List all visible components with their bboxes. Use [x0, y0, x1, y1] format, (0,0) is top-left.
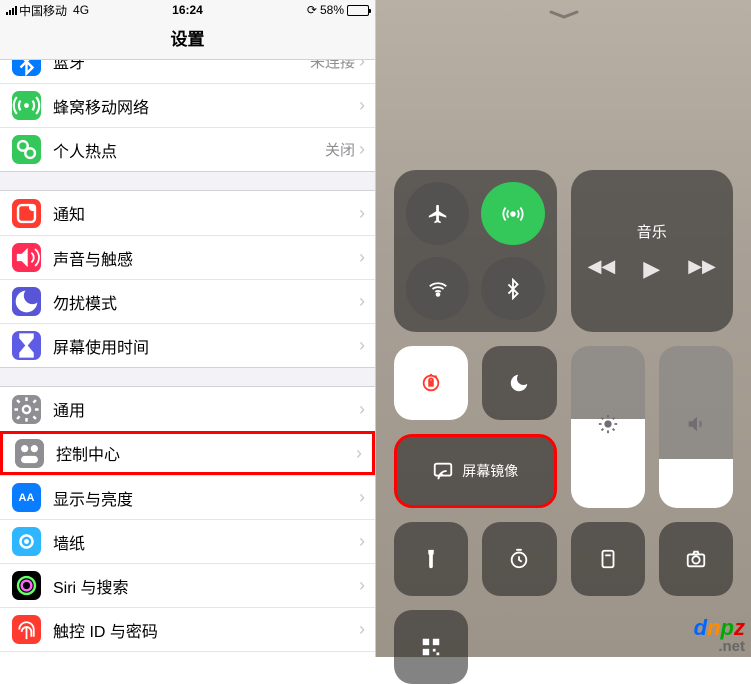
row-hotspot[interactable]: 个人热点 关闭 ›: [0, 127, 375, 171]
row-detail: 未连接: [310, 60, 355, 72]
chevron-right-icon: ›: [359, 139, 365, 160]
control-center-icon: [15, 439, 44, 468]
row-label: Siri 与搜索: [53, 574, 359, 598]
volume-slider[interactable]: [659, 346, 733, 508]
siri-icon: [12, 571, 41, 600]
chevron-right-icon: ›: [359, 60, 365, 72]
moon-icon: [12, 287, 41, 316]
row-sos[interactable]: SOS SOS 紧急联络 ›: [0, 651, 375, 657]
cellular-toggle[interactable]: [481, 182, 544, 245]
sun-icon: [597, 413, 619, 441]
row-label: 触控 ID 与密码: [53, 618, 359, 642]
chevron-right-icon: ›: [359, 203, 365, 224]
music-label: 音乐: [637, 221, 667, 242]
dnd-toggle[interactable]: [482, 346, 556, 420]
mirror-label: 屏幕镜像: [462, 461, 518, 481]
battery-pct: 58%: [320, 3, 344, 17]
chevron-right-icon: ›: [359, 335, 365, 356]
cellular-icon: [12, 91, 41, 120]
wifi-toggle[interactable]: [406, 257, 469, 320]
chevron-right-icon: ›: [359, 531, 365, 552]
grabber-icon[interactable]: [546, 10, 582, 20]
play-icon[interactable]: ▶: [643, 256, 660, 282]
chevron-right-icon: ›: [359, 291, 365, 312]
battery-icon: [347, 5, 369, 16]
wallpaper-icon: [12, 527, 41, 556]
row-label: 蓝牙: [53, 60, 310, 73]
chevron-right-icon: ›: [356, 443, 362, 464]
row-dnd[interactable]: 勿扰模式 ›: [0, 279, 375, 323]
page-title: 设置: [0, 20, 375, 60]
row-siri[interactable]: Siri 与搜索 ›: [0, 563, 375, 607]
qr-button[interactable]: [394, 610, 468, 684]
row-screentime[interactable]: 屏幕使用时间 ›: [0, 323, 375, 367]
hotspot-icon: [12, 135, 41, 164]
row-label: 通用: [53, 397, 359, 421]
fingerprint-icon: [12, 615, 41, 644]
clock: 16:24: [127, 3, 248, 17]
row-label: 勿扰模式: [53, 290, 359, 314]
prev-track-icon[interactable]: ◀◀: [588, 256, 616, 282]
flashlight-button[interactable]: [394, 522, 468, 596]
row-bluetooth[interactable]: 蓝牙 未连接 ›: [0, 60, 375, 83]
timer-button[interactable]: [482, 522, 556, 596]
chevron-right-icon: ›: [359, 487, 365, 508]
row-label: 声音与触感: [53, 246, 359, 270]
screen-mirroring-button[interactable]: 屏幕镜像: [394, 434, 557, 508]
row-label: 通知: [53, 201, 359, 225]
chevron-right-icon: ›: [359, 399, 365, 420]
row-sounds[interactable]: 声音与触感 ›: [0, 235, 375, 279]
rotation-lock-icon: ⟳: [307, 3, 317, 17]
row-control-center[interactable]: 控制中心 ›: [0, 431, 375, 475]
row-notifications[interactable]: 通知 ›: [0, 191, 375, 235]
row-label: 墙纸: [53, 530, 359, 554]
row-cellular[interactable]: 蜂窝移动网络 ›: [0, 83, 375, 127]
gear-icon: [12, 395, 41, 424]
connectivity-tile: [394, 170, 557, 332]
settings-pane: 中国移动 4G 16:24 ⟳ 58% 设置 蓝牙 未连接 › 蜂窝移动网络 ›: [0, 0, 376, 657]
airplane-toggle[interactable]: [406, 182, 469, 245]
control-center-pane: 音乐 ◀◀ ▶ ▶▶ 屏幕: [376, 0, 751, 657]
speaker-icon: [685, 413, 707, 441]
status-bar: 中国移动 4G 16:24 ⟳ 58%: [0, 0, 375, 20]
row-label: 屏幕使用时间: [53, 334, 359, 358]
chevron-right-icon: ›: [359, 619, 365, 640]
row-detail: 关闭: [325, 139, 355, 160]
row-label: 个人热点: [53, 138, 325, 162]
display-icon: AA: [12, 483, 41, 512]
chevron-right-icon: ›: [359, 247, 365, 268]
row-label: 蜂窝移动网络: [53, 94, 359, 118]
calculator-button[interactable]: [571, 522, 645, 596]
signal-icon: [6, 6, 17, 15]
rotation-lock-toggle[interactable]: [394, 346, 468, 420]
row-general[interactable]: 通用 ›: [0, 387, 375, 431]
bluetooth-toggle[interactable]: [481, 257, 544, 320]
row-wallpaper[interactable]: 墙纸 ›: [0, 519, 375, 563]
row-touchid[interactable]: 触控 ID 与密码 ›: [0, 607, 375, 651]
hourglass-icon: [12, 331, 41, 360]
camera-button[interactable]: [659, 522, 733, 596]
next-track-icon[interactable]: ▶▶: [688, 256, 716, 282]
notifications-icon: [12, 199, 41, 228]
network-label: 4G: [73, 3, 89, 17]
music-tile[interactable]: 音乐 ◀◀ ▶ ▶▶: [571, 170, 734, 332]
chevron-right-icon: ›: [359, 575, 365, 596]
sounds-icon: [12, 243, 41, 272]
row-label: 显示与亮度: [53, 486, 359, 510]
carrier-label: 中国移动: [19, 2, 67, 19]
chevron-right-icon: ›: [359, 95, 365, 116]
watermark: dnpz .net: [694, 615, 745, 653]
row-label: 控制中心: [56, 441, 356, 465]
brightness-slider[interactable]: [571, 346, 645, 508]
bluetooth-icon: [12, 60, 41, 76]
row-display[interactable]: AA 显示与亮度 ›: [0, 475, 375, 519]
